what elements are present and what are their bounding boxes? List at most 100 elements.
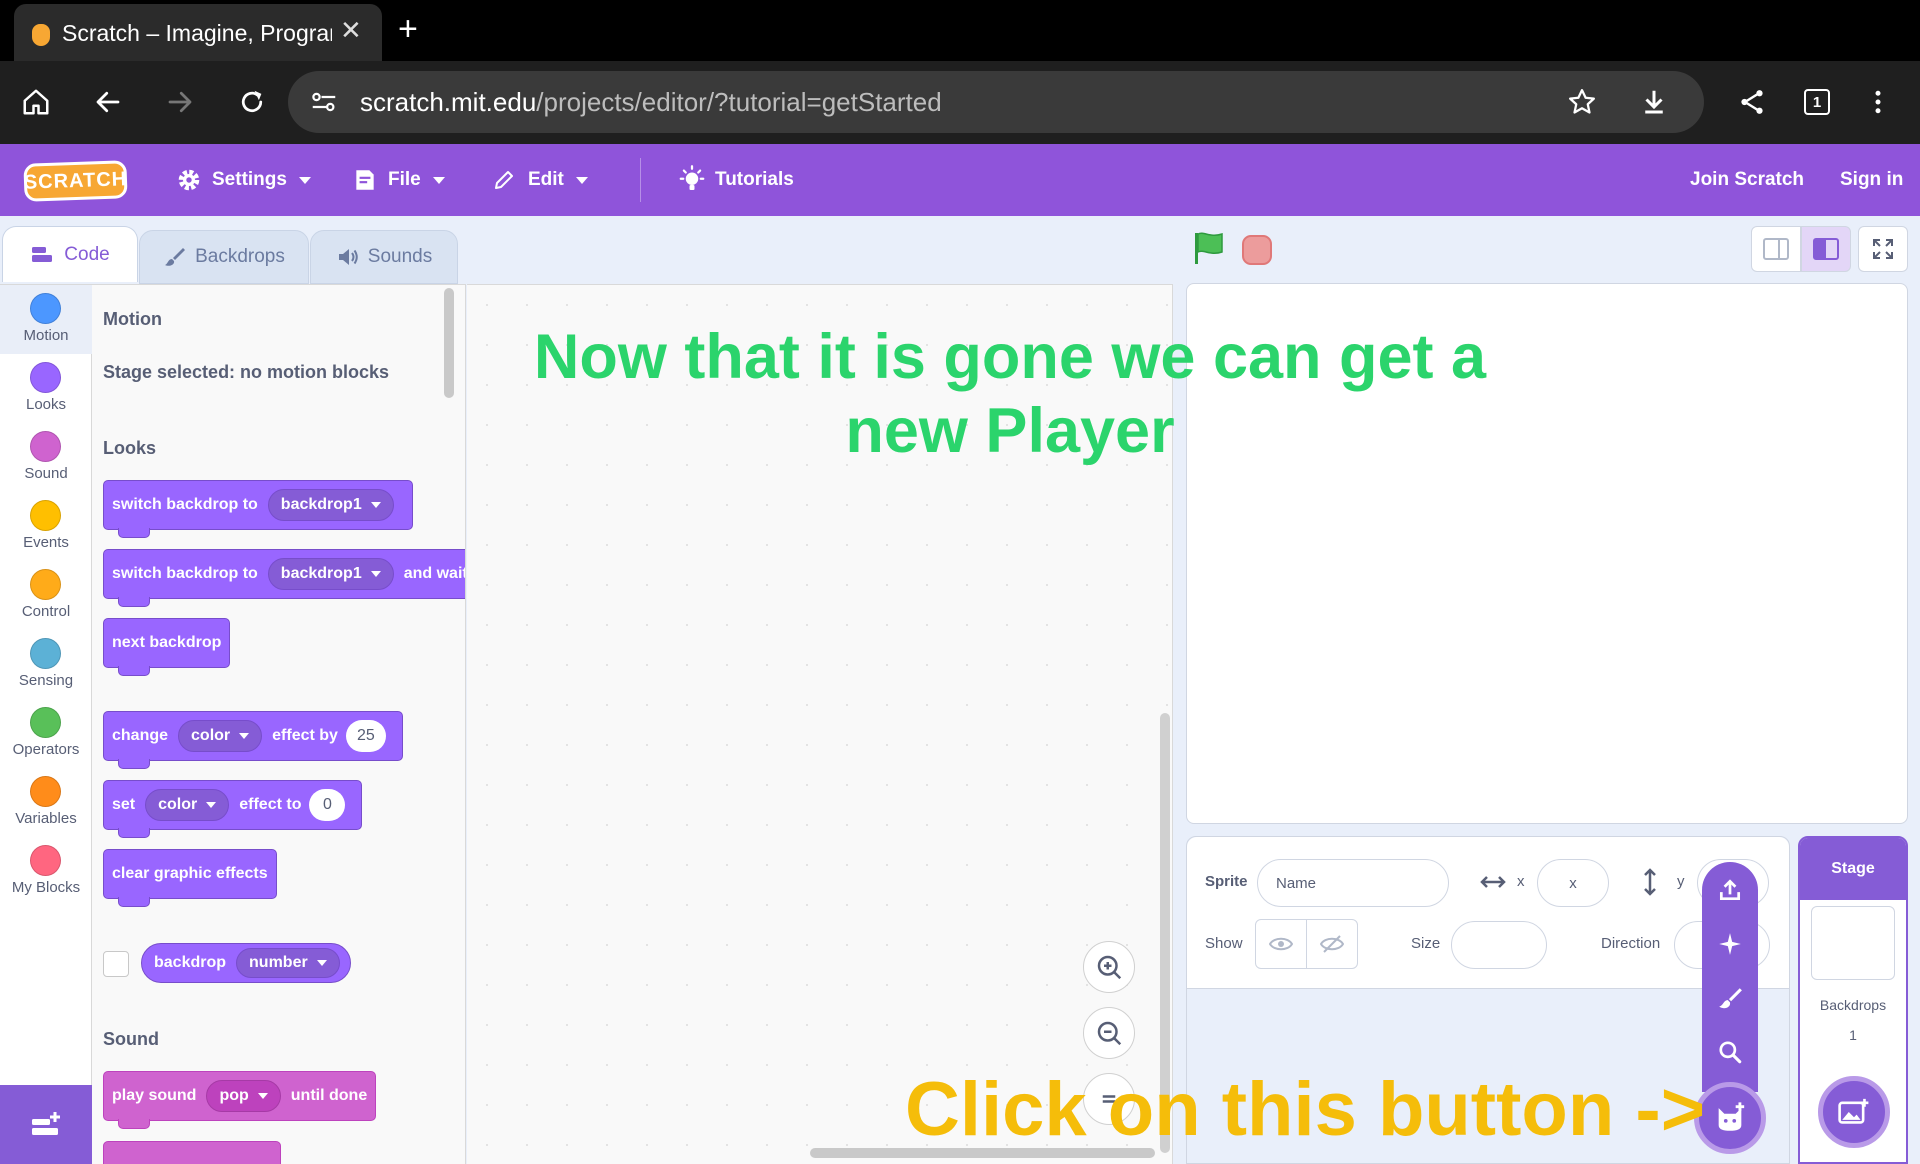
clear-graphic-effects-block[interactable]: clear graphic effects <box>103 849 277 907</box>
site-settings-icon[interactable] <box>304 82 344 122</box>
sound-category-icon <box>30 431 61 462</box>
block-text: play sound <box>112 1087 197 1104</box>
category-label: Events <box>23 534 69 551</box>
green-flag-button[interactable] <box>1192 230 1226 271</box>
switch-backdrop-and-wait-block[interactable]: switch backdrop to backdrop1 and wait <box>103 549 465 607</box>
new-tab-icon[interactable]: + <box>398 12 418 46</box>
tab-code-label: Code <box>64 243 110 265</box>
choose-backdrop-button[interactable] <box>1818 1076 1890 1148</box>
set-effect-block[interactable]: set color effect to 0 <box>103 780 363 838</box>
paint-brush-icon[interactable] <box>1716 984 1744 1012</box>
effect-amount-input[interactable]: 25 <box>345 720 386 752</box>
next-backdrop-block[interactable]: next backdrop <box>103 618 231 676</box>
category-my-blocks[interactable]: My Blocks <box>0 837 92 906</box>
category-looks[interactable]: Looks <box>0 354 92 423</box>
home-icon[interactable] <box>16 82 56 122</box>
hide-sprite-button[interactable] <box>1306 919 1358 969</box>
control-category-icon <box>30 569 61 600</box>
pencil-icon <box>495 171 513 189</box>
tab-sounds[interactable]: Sounds <box>310 230 458 284</box>
show-sprite-button[interactable] <box>1255 919 1307 969</box>
sensing-category-icon <box>30 638 61 669</box>
category-motion[interactable]: Motion <box>0 285 92 354</box>
x-position-field[interactable]: x <box>1537 859 1609 907</box>
add-extension-button[interactable] <box>0 1085 92 1164</box>
start-sound-block[interactable] <box>103 1141 281 1164</box>
scratch-menu-bar: SCRATCH Settings File Edit Tutorials Joi… <box>0 144 1920 216</box>
sound-dropdown[interactable]: pop <box>206 1080 281 1112</box>
tab-code[interactable]: Code <box>2 226 138 282</box>
change-effect-block[interactable]: change color effect by 25 <box>103 711 403 769</box>
effect-dropdown[interactable]: color <box>145 789 230 821</box>
menu-divider <box>640 158 641 202</box>
join-scratch-link[interactable]: Join Scratch <box>1690 144 1804 216</box>
x-arrows-icon <box>1480 876 1506 888</box>
scratch-logo[interactable]: SCRATCH <box>23 160 128 202</box>
cat-sprite-icon <box>1718 1102 1745 1131</box>
palette-scrollbar[interactable] <box>444 288 454 398</box>
settings-menu[interactable]: Settings <box>176 144 311 216</box>
surprise-sparkle-icon[interactable] <box>1716 930 1744 958</box>
bookmark-star-icon[interactable] <box>1562 82 1602 122</box>
sound-section-title: Sound <box>103 1029 159 1049</box>
category-sound[interactable]: Sound <box>0 423 92 492</box>
block-text: effect to <box>239 796 302 813</box>
stop-button[interactable] <box>1242 235 1272 265</box>
small-stage-button[interactable] <box>1751 226 1801 272</box>
gear-icon <box>178 169 200 191</box>
category-label: Looks <box>25 396 67 413</box>
download-icon[interactable] <box>1634 82 1674 122</box>
backdrop-dropdown[interactable]: backdrop1 <box>267 489 394 521</box>
sign-in-link[interactable]: Sign in <box>1840 144 1903 216</box>
browser-tab[interactable]: Scratch – Imagine, Program, Create ✕ <box>14 4 382 61</box>
search-icon[interactable] <box>1716 1038 1744 1066</box>
address-bar[interactable]: scratch.mit.edu/projects/editor/?tutoria… <box>288 71 1704 133</box>
tab-backdrops[interactable]: Backdrops <box>139 230 309 284</box>
backdrop-number-reporter[interactable]: backdrop number <box>141 943 351 983</box>
tutorials-button[interactable]: Tutorials <box>677 144 794 216</box>
eye-icon <box>1269 937 1293 951</box>
category-sensing[interactable]: Sensing <box>0 630 92 699</box>
zoom-out-button[interactable] <box>1083 1007 1135 1059</box>
normal-stage-button[interactable] <box>1801 226 1851 272</box>
file-menu[interactable]: File <box>352 144 445 216</box>
sprite-name-field[interactable]: Name <box>1257 859 1449 907</box>
backdrop-monitor-checkbox[interactable] <box>103 951 129 977</box>
block-text: set <box>112 796 136 813</box>
backdrop-dropdown[interactable]: backdrop1 <box>267 558 394 590</box>
effect-dropdown[interactable]: color <box>178 720 263 752</box>
category-operators[interactable]: Operators <box>0 699 92 768</box>
my-blocks-category-icon <box>30 845 61 876</box>
effect-value-input[interactable]: 0 <box>309 789 346 821</box>
share-icon[interactable] <box>1732 82 1772 122</box>
speaker-icon <box>338 249 358 265</box>
sprite-info-panel: Sprite Name x x y Show Size Direction <box>1187 837 1789 989</box>
more-menu-icon[interactable] <box>1858 82 1898 122</box>
tutorials-label: Tutorials <box>715 169 794 190</box>
play-sound-until-done-block[interactable]: play sound pop until done <box>103 1071 377 1129</box>
category-label: Control <box>21 603 71 620</box>
motion-empty-note: Stage selected: no motion blocks <box>103 362 390 382</box>
variables-category-icon <box>30 776 61 807</box>
close-tab-icon[interactable]: ✕ <box>340 17 362 43</box>
category-variables[interactable]: Variables <box>0 768 92 837</box>
category-control[interactable]: Control <box>0 561 92 630</box>
reload-icon[interactable] <box>232 82 272 122</box>
switch-backdrop-block[interactable]: switch backdrop to backdrop1 <box>103 480 413 538</box>
upload-sprite-icon[interactable] <box>1716 876 1744 904</box>
zoom-in-button[interactable] <box>1083 941 1135 993</box>
chevron-down-icon <box>298 176 311 184</box>
forward-arrow-icon[interactable] <box>160 82 200 122</box>
edit-menu[interactable]: Edit <box>492 144 588 216</box>
tab-switcher-icon[interactable]: 1 <box>1797 82 1837 122</box>
fullscreen-button[interactable] <box>1858 226 1908 272</box>
category-events[interactable]: Events <box>0 492 92 561</box>
block-palette: Motion Stage selected: no motion blocks … <box>92 284 466 1164</box>
back-arrow-icon[interactable] <box>88 82 128 122</box>
stage-thumbnail[interactable] <box>1811 906 1895 980</box>
backdrop-attribute-dropdown[interactable]: number <box>236 948 340 978</box>
choose-sprite-menu <box>1702 862 1758 1092</box>
size-field[interactable] <box>1451 921 1547 969</box>
events-category-icon <box>30 500 61 531</box>
category-label: Motion <box>23 327 69 344</box>
